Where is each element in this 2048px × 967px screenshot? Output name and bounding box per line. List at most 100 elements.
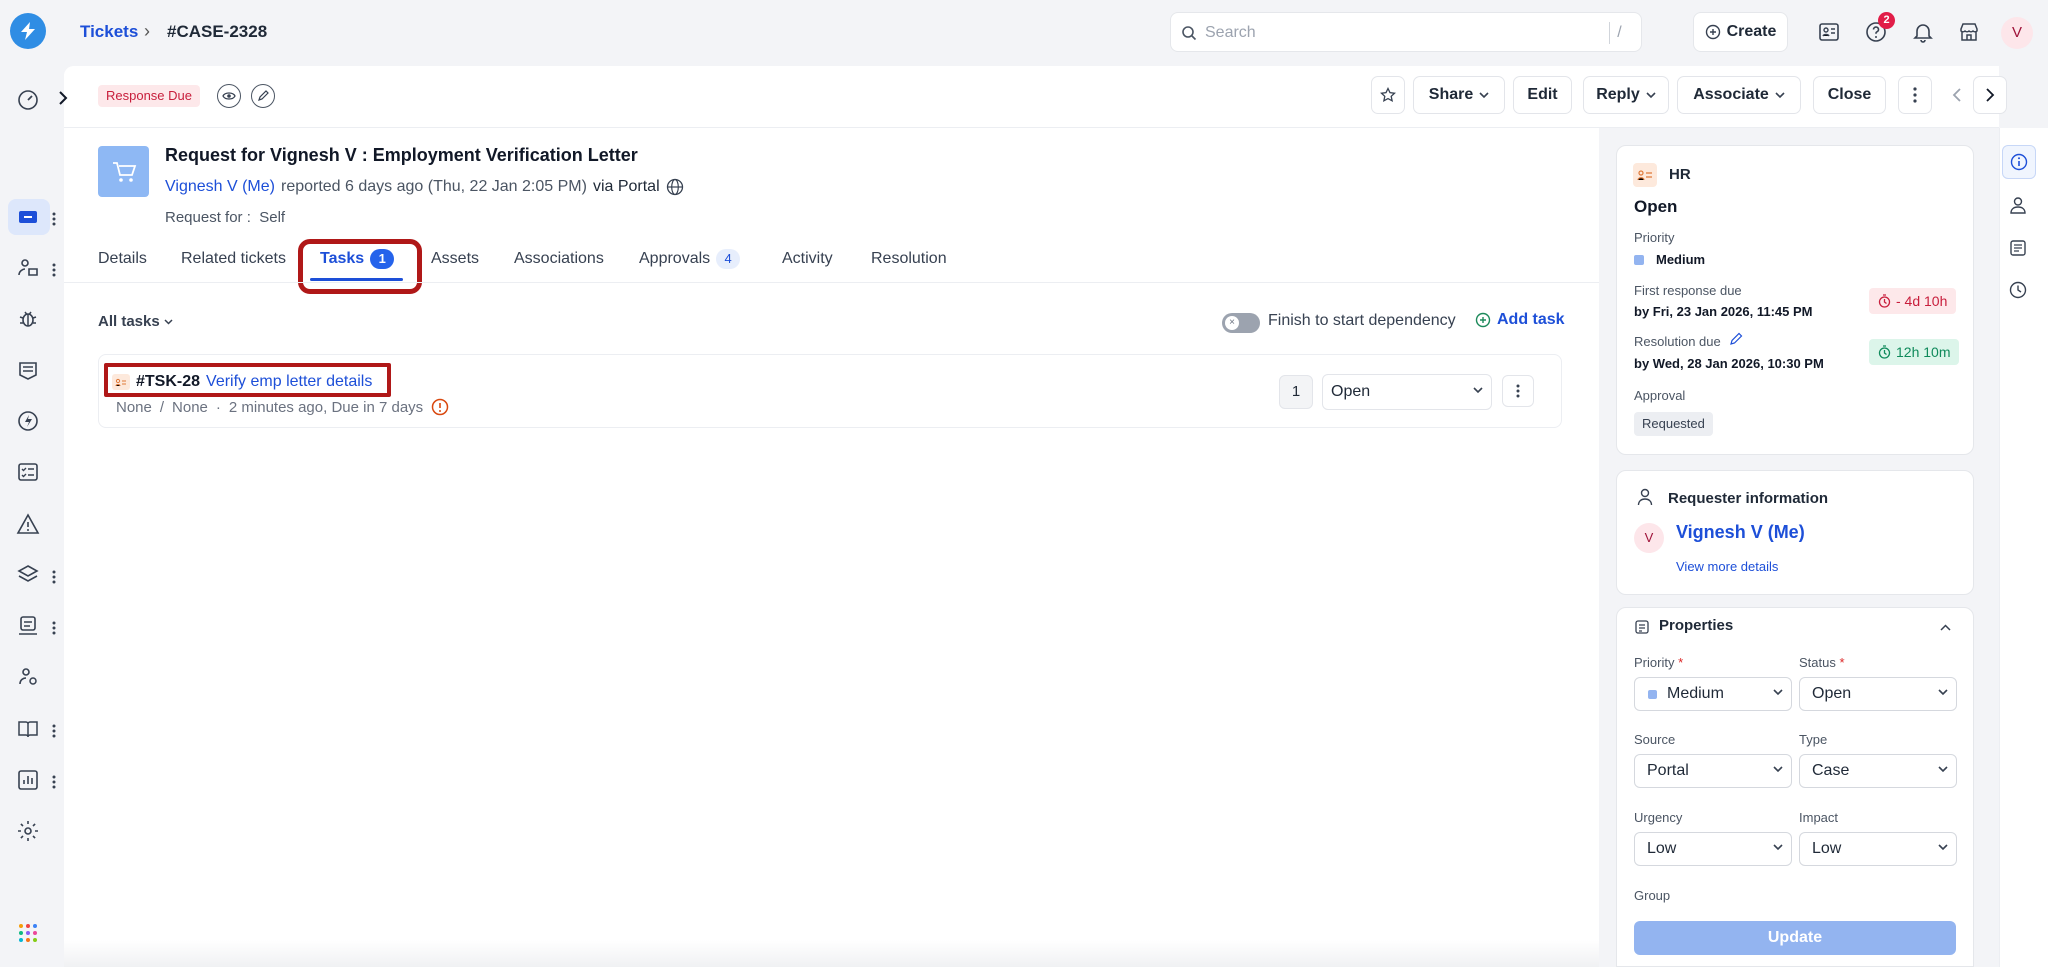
users-icon[interactable] <box>16 665 40 689</box>
edit-label: Edit <box>1527 86 1558 103</box>
resolution-sla: 12h 10m <box>1896 344 1951 360</box>
request-for-label: Request for : <box>165 209 251 226</box>
first-response-sla: - 4d 10h <box>1896 293 1948 309</box>
request-for-value: Self <box>259 209 286 226</box>
tab-tasks-label: Tasks <box>320 250 365 267</box>
history-clock-icon[interactable] <box>2009 281 2027 299</box>
bell-icon[interactable] <box>1911 20 1935 44</box>
layers-icon[interactable] <box>16 563 40 587</box>
chevron-down-icon <box>1938 844 1948 851</box>
expand-chevron-icon[interactable] <box>56 89 70 107</box>
urgency-field-label: Urgency <box>1634 810 1683 825</box>
breadcrumb-tickets-link[interactable]: Tickets <box>80 22 138 42</box>
priority-select[interactable]: Medium <box>1634 677 1792 711</box>
search-input[interactable]: Search / <box>1170 12 1642 52</box>
associate-button[interactable]: Associate <box>1677 76 1801 114</box>
previous-ticket-icon[interactable] <box>1952 87 1962 103</box>
task-meta-separator: / <box>159 398 165 416</box>
impact-select[interactable]: Low <box>1799 832 1957 866</box>
share-button[interactable]: Share <box>1413 76 1505 114</box>
shopping-cart-icon <box>112 161 136 182</box>
edit-pencil-icon[interactable] <box>1729 332 1743 346</box>
tab-approvals[interactable]: Approvals 4 <box>639 249 741 269</box>
tab-resolution[interactable]: Resolution <box>871 250 947 268</box>
first-response-value: by Fri, 23 Jan 2026, 11:45 PM <box>1634 304 1813 319</box>
status-select-value: Open <box>1812 685 1852 702</box>
resolution-sla-badge: 12h 10m <box>1869 339 1960 365</box>
directory-icon[interactable] <box>1817 20 1841 44</box>
task-title-row[interactable]: #TSK-28 Verify emp letter details <box>106 367 378 397</box>
notes-panel-icon[interactable] <box>2009 239 2027 257</box>
tab-related-tickets[interactable]: Related tickets <box>181 250 286 268</box>
associate-label: Associate <box>1693 86 1769 103</box>
reported-text: reported 6 days ago (Thu, 22 Jan 2:05 PM… <box>280 178 587 195</box>
impact-field-label: Impact <box>1799 810 1839 825</box>
source-select[interactable]: Portal <box>1634 754 1792 788</box>
requester-name-link[interactable]: Vignesh V (Me) <box>1676 522 1805 543</box>
service-more-icon[interactable] <box>52 263 56 277</box>
reports-icon[interactable] <box>16 768 40 792</box>
request-for-line: Request for : Self <box>165 209 285 226</box>
tickets-more-icon[interactable] <box>52 212 56 226</box>
status-field-label: Status * <box>1799 655 1845 670</box>
releases-icon[interactable] <box>16 409 40 433</box>
changes-icon[interactable] <box>16 358 40 382</box>
tab-associations[interactable]: Associations <box>514 250 604 268</box>
knowledge-base-icon[interactable] <box>16 717 40 741</box>
more-actions-button[interactable] <box>1898 76 1932 114</box>
contracts-icon[interactable] <box>16 614 40 638</box>
edit-title-button[interactable] <box>251 84 275 108</box>
task-more-button[interactable] <box>1502 375 1534 407</box>
approval-label: Approval <box>1634 388 1686 403</box>
requester-panel-icon[interactable] <box>2009 196 2027 214</box>
type-select[interactable]: Case <box>1799 754 1957 788</box>
view-more-details-link[interactable]: View more details <box>1676 559 1778 574</box>
settings-gear-icon[interactable] <box>16 819 40 843</box>
tab-activity[interactable]: Activity <box>782 250 833 268</box>
close-ticket-button[interactable]: Close <box>1813 76 1886 114</box>
update-button[interactable]: Update <box>1634 921 1956 955</box>
dashboard-icon[interactable] <box>16 88 40 112</box>
collapse-chevron-icon[interactable] <box>1940 624 1951 631</box>
resolution-due-label: Resolution due <box>1634 334 1721 349</box>
reports-more-icon[interactable] <box>52 775 56 789</box>
urgency-select[interactable]: Low <box>1634 832 1792 866</box>
info-panel-button[interactable] <box>2002 145 2036 179</box>
task-id: #TSK-28 <box>136 373 201 390</box>
type-select-value: Case <box>1812 762 1850 779</box>
reply-button[interactable]: Reply <box>1583 76 1669 114</box>
user-avatar[interactable]: V <box>2001 17 2033 49</box>
search-shortcut: / <box>1609 22 1629 44</box>
tab-approvals-count: 4 <box>716 249 741 269</box>
overdue-warning-icon <box>431 398 449 416</box>
tab-details[interactable]: Details <box>98 250 147 268</box>
create-button[interactable]: Create <box>1693 12 1788 52</box>
app-switcher-icon[interactable] <box>16 921 40 945</box>
next-ticket-button[interactable] <box>1973 76 2007 114</box>
store-icon[interactable] <box>1957 20 1981 44</box>
tab-tasks[interactable]: Tasks 1 <box>320 249 395 269</box>
watch-button[interactable] <box>217 84 241 108</box>
bug-icon[interactable] <box>16 307 40 331</box>
all-tasks-filter[interactable]: All tasks <box>98 313 173 330</box>
status-select[interactable]: Open <box>1799 677 1957 711</box>
task-status-select[interactable]: Open <box>1322 374 1492 410</box>
contracts-more-icon[interactable] <box>52 621 56 635</box>
add-task-button[interactable]: Add task <box>1475 311 1565 329</box>
dependency-toggle[interactable]: × <box>1222 313 1260 333</box>
checklist-icon[interactable] <box>16 460 40 484</box>
requester-avatar: V <box>1634 523 1664 553</box>
task-name-link[interactable]: Verify emp letter details <box>206 373 372 391</box>
person-icon <box>1637 488 1653 506</box>
edit-button[interactable]: Edit <box>1513 76 1572 114</box>
tickets-icon[interactable] <box>16 205 40 229</box>
alert-icon[interactable] <box>16 512 40 536</box>
service-requests-icon[interactable] <box>16 256 40 280</box>
task-meta: None / None · 2 minutes ago, Due in 7 da… <box>116 398 449 416</box>
knowledge-more-icon[interactable] <box>52 724 56 738</box>
tab-assets[interactable]: Assets <box>431 250 479 268</box>
favorite-button[interactable] <box>1371 76 1405 114</box>
app-logo-icon[interactable] <box>10 13 46 49</box>
reporter-link[interactable]: Vignesh V (Me) <box>165 178 275 196</box>
layers-more-icon[interactable] <box>52 570 56 584</box>
